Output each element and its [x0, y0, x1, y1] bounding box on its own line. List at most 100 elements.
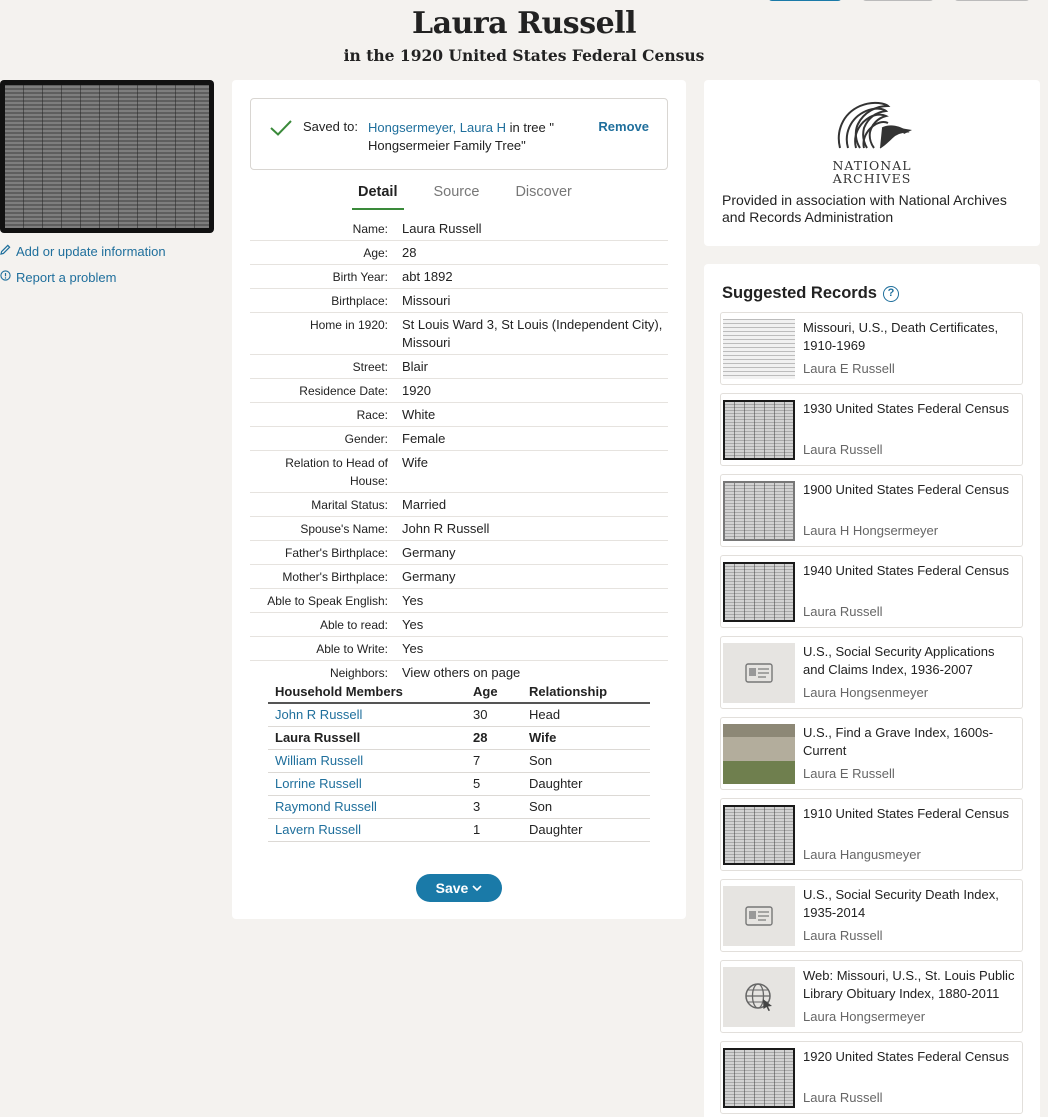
suggested-records-title: Suggested Records [722, 284, 877, 302]
member-relationship: Son [522, 749, 650, 773]
record-thumbnail [723, 481, 795, 541]
record-person: Laura Hongsermeyer [803, 1009, 926, 1024]
record-thumbnail [723, 562, 795, 622]
report-problem-link[interactable]: Report a problem [0, 267, 166, 287]
record-person: Laura Russell [803, 928, 883, 943]
record-title: 1930 United States Federal Census [803, 401, 1009, 416]
detail-row-read: Able to read: Yes [250, 613, 668, 637]
tree-name: Hongsermeier Family Tree" [368, 138, 526, 153]
provided-by-text: Provided in association with National Ar… [722, 192, 1007, 225]
top-button-tertiary[interactable] [954, 0, 1030, 1]
remove-button[interactable]: Remove [598, 119, 649, 134]
detail-row-father-birthplace: Father's Birthplace: Germany [250, 541, 668, 565]
suggested-record[interactable]: U.S., Find a Grave Index, 1600s-Current … [720, 717, 1023, 790]
table-row: Lorrine Russell 5 Daughter [268, 772, 650, 796]
table-row: William Russell 7 Son [268, 749, 650, 773]
tab-detail[interactable]: Detail [352, 184, 404, 210]
member-link[interactable]: Lavern Russell [268, 818, 466, 842]
record-title: U.S., Social Security Applications and C… [803, 644, 995, 677]
record-image-thumbnail[interactable] [0, 80, 214, 233]
record-person: Laura E Russell [803, 766, 895, 781]
table-row-current: Laura Russell 28 Wife [268, 726, 650, 750]
pencil-icon [0, 244, 14, 258]
record-title: 1910 United States Federal Census [803, 806, 1009, 821]
record-actions: Add or update information Report a probl… [0, 241, 166, 293]
detail-row-relation: Relation to Head of House: Wife [250, 451, 668, 493]
help-icon[interactable]: ? [882, 285, 899, 302]
household-members-table: Household Members Age Relationship John … [268, 681, 650, 842]
suggested-record[interactable]: 1910 United States Federal Census Laura … [720, 798, 1023, 871]
record-person: Laura Russell [803, 1090, 883, 1105]
record-thumbnail [723, 967, 795, 1027]
census-page-image [5, 85, 209, 228]
top-button-secondary[interactable] [862, 0, 934, 1]
suggested-record[interactable]: 1940 United States Federal Census Laura … [720, 555, 1023, 628]
member-relationship: Daughter [522, 818, 650, 842]
member-link[interactable]: John R Russell [268, 703, 466, 727]
info-circle-icon [0, 270, 14, 284]
suggested-record[interactable]: Web: Missouri, U.S., St. Louis Public Li… [720, 960, 1023, 1033]
record-title: 1900 United States Federal Census [803, 482, 1009, 497]
save-button[interactable]: Save [416, 874, 502, 902]
member-age: 3 [466, 795, 522, 819]
table-row: Lavern Russell 1 Daughter [268, 818, 650, 842]
table-row: John R Russell 30 Head [268, 703, 650, 727]
member-name-current: Laura Russell [268, 726, 466, 750]
member-relationship: Son [522, 795, 650, 819]
globe-icon [745, 983, 772, 1011]
detail-row-write: Able to Write: Yes [250, 637, 668, 661]
detail-row-birth-year: Birth Year: abt 1892 [250, 265, 668, 289]
column-header-age: Age [466, 681, 522, 704]
top-button-primary[interactable] [768, 0, 842, 1]
save-button-label: Save [435, 880, 469, 896]
record-thumbnail [723, 724, 795, 784]
member-link[interactable]: Lorrine Russell [268, 772, 466, 796]
detail-row-birthplace: Birthplace: Missouri [250, 289, 668, 313]
member-age: 1 [466, 818, 522, 842]
tab-source[interactable]: Source [428, 184, 486, 210]
national-archives-card: NATIONAL ARCHIVES Provided in associatio… [704, 80, 1040, 246]
saved-to-label: Saved to: [303, 119, 358, 134]
detail-row-residence-date: Residence Date: 1920 [250, 379, 668, 403]
record-thumbnail [723, 400, 795, 460]
record-person: Laura E Russell [803, 361, 895, 376]
member-link[interactable]: Raymond Russell [268, 795, 466, 819]
page-subtitle: in the 1920 United States Federal Census [343, 46, 705, 65]
detail-row-age: Age: 28 [250, 241, 668, 265]
saved-person-link[interactable]: Hongsermeyer, Laura H [368, 120, 506, 135]
logo-text-archives: ARCHIVES [832, 171, 912, 186]
record-detail-card: Saved to: Hongsermeyer, Laura H in tree … [232, 80, 686, 919]
add-update-info-link[interactable]: Add or update information [0, 241, 166, 261]
record-person: Laura Russell [803, 442, 883, 457]
suggested-record[interactable]: U.S., Social Security Applications and C… [720, 636, 1023, 709]
record-title: Missouri, U.S., Death Certificates, 1910… [803, 320, 999, 353]
report-problem-label[interactable]: Report a problem [16, 270, 116, 285]
record-thumbnail [723, 805, 795, 865]
saved-to-tree-box: Saved to: Hongsermeyer, Laura H in tree … [250, 98, 668, 170]
member-age: 5 [466, 772, 522, 796]
detail-row-street: Street: Blair [250, 355, 668, 379]
record-tabs: Detail Source Discover [352, 184, 602, 210]
record-person: Laura Russell [803, 604, 883, 619]
column-header-members: Household Members [268, 681, 466, 704]
suggested-records-card: Suggested Records ? Missouri, U.S., Deat… [704, 264, 1040, 1117]
suggested-record[interactable]: 1920 United States Federal Census Laura … [720, 1041, 1023, 1114]
detail-row-gender: Gender: Female [250, 427, 668, 451]
member-link[interactable]: William Russell [268, 749, 466, 773]
page-title: Laura Russell [412, 6, 636, 41]
tab-discover[interactable]: Discover [509, 184, 577, 210]
view-neighbors-link[interactable]: View others on page [402, 664, 668, 682]
suggested-record[interactable]: U.S., Social Security Death Index, 1935-… [720, 879, 1023, 952]
record-title: 1940 United States Federal Census [803, 563, 1009, 578]
suggested-record[interactable]: 1930 United States Federal Census Laura … [720, 393, 1023, 466]
record-thumbnail [723, 1048, 795, 1108]
saved-to-text: Hongsermeyer, Laura H in tree " Hongserm… [368, 119, 578, 155]
suggested-record[interactable]: 1900 United States Federal Census Laura … [720, 474, 1023, 547]
add-update-info-label[interactable]: Add or update information [16, 244, 166, 259]
detail-row-name: Name: Laura Russell [250, 217, 668, 241]
detail-row-home: Home in 1920: St Louis Ward 3, St Louis (… [250, 313, 668, 355]
record-title: 1920 United States Federal Census [803, 1049, 1009, 1064]
record-title: U.S., Social Security Death Index, 1935-… [803, 887, 999, 920]
suggested-record[interactable]: Missouri, U.S., Death Certificates, 1910… [720, 312, 1023, 385]
id-card-icon [745, 906, 773, 926]
